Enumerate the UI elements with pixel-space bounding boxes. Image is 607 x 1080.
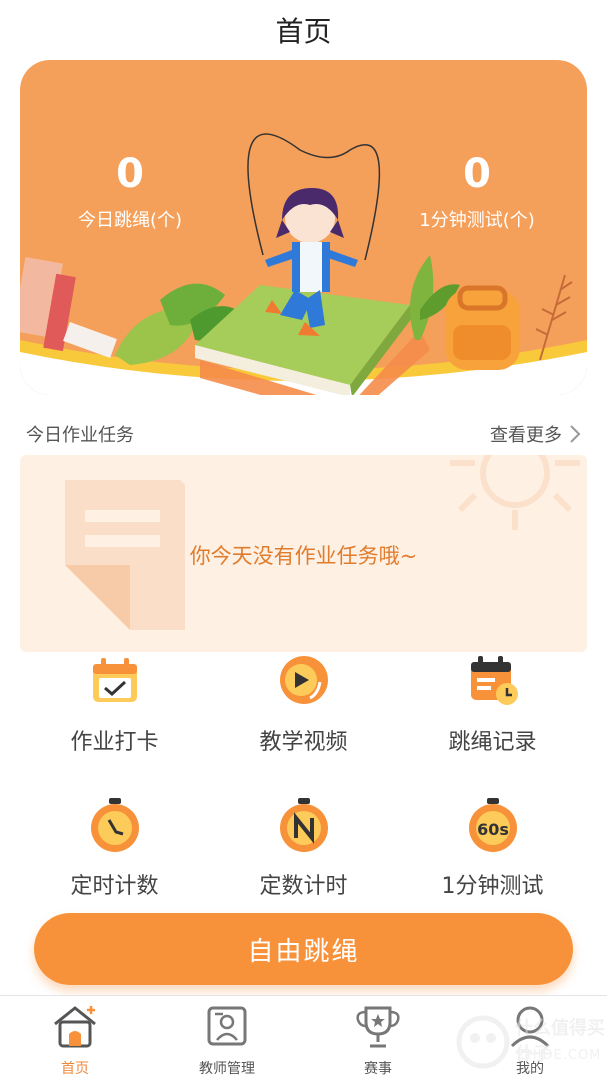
feature-label: 定数计时 <box>259 874 348 899</box>
trophy-icon <box>356 1006 400 1048</box>
page-title: 首页 <box>275 15 332 48</box>
homework-title: 今日作业任务 <box>26 425 134 446</box>
teacher-icon <box>207 1006 247 1046</box>
today-jump-stat: 0 今日跳绳(个) <box>20 150 240 232</box>
calendar-check-icon <box>92 658 137 702</box>
feature-teaching-video[interactable]: 教学视频 <box>209 652 398 792</box>
homework-empty-card: 你今天没有作业任务哦~ <box>20 455 587 652</box>
watermark: 什么值得买 什子 ZHIDE.COM <box>455 1012 605 1072</box>
feature-label: 作业打卡 <box>70 730 159 755</box>
tab-home[interactable]: 首页 <box>0 1002 150 1078</box>
svg-text:60s: 60s <box>477 820 509 839</box>
homework-section-header: 今日作业任务 查看更多 <box>26 420 582 448</box>
feature-label: 定时计数 <box>70 874 159 899</box>
free-jump-button[interactable]: 自由跳绳 <box>34 913 573 985</box>
feature-label: 跳绳记录 <box>448 730 537 755</box>
watermark-logo-icon <box>456 1015 510 1069</box>
tab-events[interactable]: 赛事 <box>303 1002 453 1078</box>
today-jump-label: 今日跳绳(个) <box>77 210 183 231</box>
empty-homework-message: 你今天没有作业任务哦~ <box>189 544 418 568</box>
feature-jump-record[interactable]: 跳绳记录 <box>398 652 587 792</box>
record-calendar-icon <box>470 656 518 705</box>
feature-homework-checkin[interactable]: 作业打卡 <box>20 652 209 792</box>
video-play-icon <box>279 656 328 704</box>
tab-label: 首页 <box>61 1061 89 1077</box>
stats-banner: 0 今日跳绳(个) 0 1分钟测试(个) <box>20 60 587 395</box>
view-more-link[interactable]: 查看更多 <box>490 421 582 447</box>
watermark-sub: ZHIDE.COM <box>517 1048 602 1063</box>
page-header: 首页 <box>0 0 607 60</box>
one-minute-test-label: 1分钟测试(个) <box>419 210 535 231</box>
tab-label: 赛事 <box>364 1061 392 1077</box>
60s-timer-icon: 60s <box>468 798 517 852</box>
timer-icon <box>90 798 139 852</box>
today-jump-count: 0 <box>116 151 144 197</box>
view-more-label: 查看更多 <box>490 425 562 446</box>
home-icon <box>54 1006 96 1048</box>
feature-label: 1分钟测试 <box>441 874 544 899</box>
count-n-icon <box>279 798 328 852</box>
chevron-right-icon <box>570 425 581 443</box>
one-minute-test-count: 0 <box>463 151 491 197</box>
tab-teacher-management[interactable]: 教师管理 <box>152 1002 302 1078</box>
one-minute-test-stat: 0 1分钟测试(个) <box>367 150 587 232</box>
tab-label: 教师管理 <box>199 1061 255 1077</box>
feature-label: 教学视频 <box>259 730 348 755</box>
